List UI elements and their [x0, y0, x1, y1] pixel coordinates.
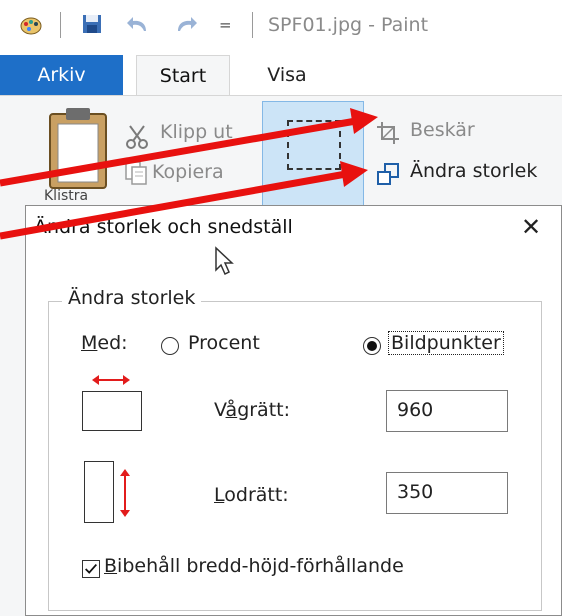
crop-icon[interactable] [376, 121, 400, 145]
mouse-pointer-icon [215, 246, 234, 276]
copy-icon[interactable] [124, 160, 148, 186]
customize-quick-access-dropdown[interactable]: = [219, 16, 232, 34]
by-label-accel: M [81, 332, 98, 354]
horizontal-label-accel: å [225, 399, 238, 421]
resize-button-label[interactable]: Ändra storlek [410, 160, 537, 182]
pixels-radio-label[interactable]: Bildpunkter [388, 331, 504, 355]
vertical-input[interactable]: 350 [386, 472, 508, 514]
crop-button-label[interactable]: Beskär [410, 119, 475, 141]
redo-icon[interactable] [174, 15, 198, 35]
keep-ratio-label[interactable]: Bibehåll bredd-höjd-förhållande [104, 555, 404, 577]
vertical-label-text: odrätt: [224, 484, 289, 506]
copy-button-label[interactable]: Kopiera [152, 161, 224, 183]
checkmark-icon [85, 563, 97, 574]
select-button[interactable] [262, 101, 364, 206]
horizontal-arrow-icon [92, 375, 130, 385]
ribbon-panel: Klistra Klipp ut Kopiera Beskär Ändra st… [0, 95, 562, 206]
vertical-label: Lodrätt: [214, 484, 289, 506]
selection-marquee-icon [287, 120, 341, 170]
title-bar: = SPF01.jpg - Paint [0, 0, 562, 55]
scissors-icon[interactable] [124, 124, 152, 150]
by-label-text: ed: [97, 332, 128, 354]
window-title: SPF01.jpg - Paint [268, 14, 429, 36]
separator [252, 12, 253, 38]
keep-ratio-text: ibehåll bredd-höjd-förhållande [117, 555, 404, 577]
tab-visa[interactable]: Visa [250, 55, 324, 95]
pixels-radio[interactable] [363, 337, 381, 355]
tab-start[interactable]: Start [136, 55, 230, 96]
horizontal-label-end: grätt: [237, 399, 291, 421]
resize-skew-dialog: Ändra storlek och snedställ ✕ Ändra stor… [25, 205, 562, 616]
horizontal-label-start: V [214, 399, 226, 421]
keep-ratio-checkbox[interactable] [82, 560, 100, 578]
undo-icon[interactable] [126, 15, 150, 35]
horizontal-size-box-icon [82, 391, 142, 431]
vertical-label-accel: L [214, 484, 225, 506]
dialog-title: Ändra storlek och snedställ [34, 216, 293, 238]
separator [60, 12, 61, 38]
percent-radio[interactable] [161, 337, 179, 355]
vertical-arrow-icon [120, 469, 130, 517]
paste-clipboard-icon[interactable] [48, 106, 108, 190]
tab-arkiv[interactable]: Arkiv [0, 55, 123, 95]
vertical-size-box-icon [84, 461, 114, 523]
save-icon[interactable] [82, 14, 102, 34]
close-icon[interactable]: ✕ [514, 212, 548, 242]
resize-icon[interactable] [376, 162, 400, 186]
ribbon-tabs: Arkiv Start Visa [0, 55, 562, 96]
horizontal-label: Vågrätt: [214, 399, 290, 421]
cut-button-label[interactable]: Klipp ut [160, 121, 233, 143]
paint-app-icon[interactable] [20, 14, 42, 36]
percent-radio-label[interactable]: Procent [188, 332, 260, 354]
keep-ratio-accel: B [104, 555, 118, 577]
horizontal-input[interactable]: 960 [386, 390, 508, 432]
resize-group-label: Ändra storlek [62, 287, 202, 309]
by-label: Med: [81, 332, 128, 354]
paste-button-label[interactable]: Klistra [44, 188, 88, 204]
